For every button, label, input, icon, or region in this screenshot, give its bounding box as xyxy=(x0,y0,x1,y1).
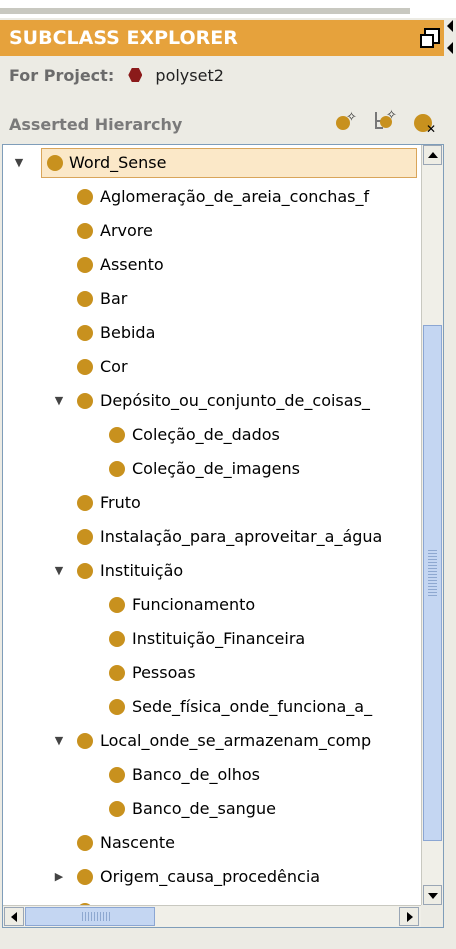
scroll-down-button[interactable] xyxy=(423,885,442,905)
tree-row[interactable]: ▶ Origem_causa_procedência xyxy=(3,860,421,894)
class-icon xyxy=(77,291,93,307)
expand-toggle-icon[interactable]: ▼ xyxy=(13,146,25,180)
expand-toggle-icon[interactable]: ▼ xyxy=(53,384,65,418)
tree-row-label: Funcionamento xyxy=(132,595,256,614)
panel-title: SUBCLASS EXPLORER xyxy=(0,20,444,56)
tree-row-label: Nascente xyxy=(100,833,176,852)
class-icon xyxy=(109,665,125,681)
tree-row-label: Cor xyxy=(100,357,128,376)
class-icon xyxy=(77,257,93,273)
horizontal-scrollbar[interactable] xyxy=(3,905,421,927)
class-icon xyxy=(77,733,93,749)
class-icon xyxy=(77,495,93,511)
class-icon xyxy=(77,835,93,851)
class-icon xyxy=(77,189,93,205)
project-label: For Project: xyxy=(9,66,115,85)
tree-row[interactable]: Bar xyxy=(3,282,421,316)
class-icon xyxy=(109,631,125,647)
tree-row[interactable]: Aglomeração_de_areia_conchas_f xyxy=(3,180,421,214)
arrow-left-icon[interactable] xyxy=(447,20,453,32)
scroll-right-button[interactable] xyxy=(399,907,419,926)
tree-row[interactable]: Funcionamento xyxy=(3,588,421,622)
class-tree[interactable]: ▼ Word_Sense Aglomeração_de_areia_conchas_… xyxy=(2,144,444,928)
scroll-up-button[interactable] xyxy=(423,145,442,165)
panel-footer xyxy=(0,928,456,949)
tree-row-label: Coleção_de_dados xyxy=(132,425,280,444)
side-collapse-arrows[interactable] xyxy=(444,20,456,60)
class-icon xyxy=(77,359,93,375)
tree-row-label: Arvore xyxy=(100,221,153,240)
class-icon xyxy=(47,155,63,171)
tree-row[interactable]: ▼ Local_onde_se_armazenam_comp xyxy=(3,724,421,758)
collapse-toggle-icon[interactable]: ▶ xyxy=(53,860,65,894)
tree-row-label: Assento xyxy=(100,255,164,274)
tree-row[interactable]: Pessoas xyxy=(3,656,421,690)
tree-row-label: Sede_física_onde_funciona_a_ xyxy=(132,697,373,716)
arrow-left-icon-2[interactable] xyxy=(447,42,453,54)
hierarchy-label: Asserted Hierarchy xyxy=(9,115,183,134)
create-sibling-icon[interactable]: ✧ xyxy=(372,108,398,134)
tree-row-label: Word_Sense xyxy=(69,153,167,172)
class-icon xyxy=(77,869,93,885)
tree-row-label: Fruto xyxy=(100,493,141,512)
tree-row[interactable]: Bebida xyxy=(3,316,421,350)
class-icon xyxy=(109,427,125,443)
tree-rows: ▼ Word_Sense Aglomeração_de_areia_conchas_… xyxy=(3,145,421,927)
top-divider xyxy=(0,8,410,14)
tree-row[interactable]: Coleção_de_imagens xyxy=(3,452,421,486)
horizontal-scroll-thumb[interactable] xyxy=(25,907,155,926)
tree-row[interactable]: Assento xyxy=(3,248,421,282)
tree-row[interactable]: Coleção_de_dados xyxy=(3,418,421,452)
project-line: For Project: polyset2 xyxy=(9,64,224,88)
vertical-scroll-thumb[interactable] xyxy=(423,325,442,841)
class-icon xyxy=(77,393,93,409)
scroll-left-button[interactable] xyxy=(4,907,24,926)
tree-row-label: Origem_causa_procedência xyxy=(100,867,321,886)
vertical-scrollbar[interactable] xyxy=(421,145,443,905)
class-icon xyxy=(77,325,93,341)
tree-row-label: Banco_de_sangue xyxy=(132,799,276,818)
tree-row[interactable]: Arvore xyxy=(3,214,421,248)
tree-row-label: Bar xyxy=(100,289,128,308)
project-name: polyset2 xyxy=(155,66,224,85)
scroll-corner xyxy=(421,905,443,927)
class-icon xyxy=(77,223,93,239)
tree-row-label: Coleção_de_imagens xyxy=(132,459,300,478)
maximize-icon[interactable] xyxy=(420,28,440,48)
tree-row-label: Local_onde_se_armazenam_comp xyxy=(100,731,372,750)
tree-row-label: Bebida xyxy=(100,323,156,342)
class-icon xyxy=(77,529,93,545)
class-icon xyxy=(109,699,125,715)
tree-row[interactable]: Sede_física_onde_funciona_a_ xyxy=(3,690,421,724)
tree-row[interactable]: Fruto xyxy=(3,486,421,520)
class-icon xyxy=(77,563,93,579)
tree-row-label: Aglomeração_de_areia_conchas_f xyxy=(100,187,370,206)
tree-row[interactable]: Banco_de_olhos xyxy=(3,758,421,792)
tree-row[interactable]: ▼ Word_Sense xyxy=(3,146,421,180)
class-icon xyxy=(109,801,125,817)
tree-row-label: Banco_de_olhos xyxy=(132,765,261,784)
tree-row[interactable]: Banco_de_sangue xyxy=(3,792,421,826)
tree-row-label: Instituição_Financeira xyxy=(132,629,306,648)
tree-row[interactable]: ▼ Instituição xyxy=(3,554,421,588)
class-icon xyxy=(109,461,125,477)
top-strip xyxy=(0,0,456,18)
expand-toggle-icon[interactable]: ▼ xyxy=(53,724,65,758)
tree-row-label: Instituição xyxy=(100,561,184,580)
project-icon xyxy=(128,68,143,82)
tree-row-label: Instalação_para_aproveitar_a_água xyxy=(100,527,383,546)
delete-class-icon[interactable]: ✕ xyxy=(412,108,438,135)
tree-row[interactable]: Instituição_Financeira xyxy=(3,622,421,656)
class-icon xyxy=(109,767,125,783)
tree-row[interactable]: Instalação_para_aproveitar_a_água xyxy=(3,520,421,554)
tree-row[interactable]: ▼ Depósito_ou_conjunto_de_coisas_ xyxy=(3,384,421,418)
tree-row[interactable]: Nascente xyxy=(3,826,421,860)
create-subclass-icon[interactable]: ✧ xyxy=(334,108,360,134)
tree-row-label: Depósito_ou_conjunto_de_coisas_ xyxy=(100,391,370,410)
tree-row-label: Pessoas xyxy=(132,663,196,682)
expand-toggle-icon[interactable]: ▼ xyxy=(53,554,65,588)
tree-row[interactable]: Cor xyxy=(3,350,421,384)
class-icon xyxy=(109,597,125,613)
